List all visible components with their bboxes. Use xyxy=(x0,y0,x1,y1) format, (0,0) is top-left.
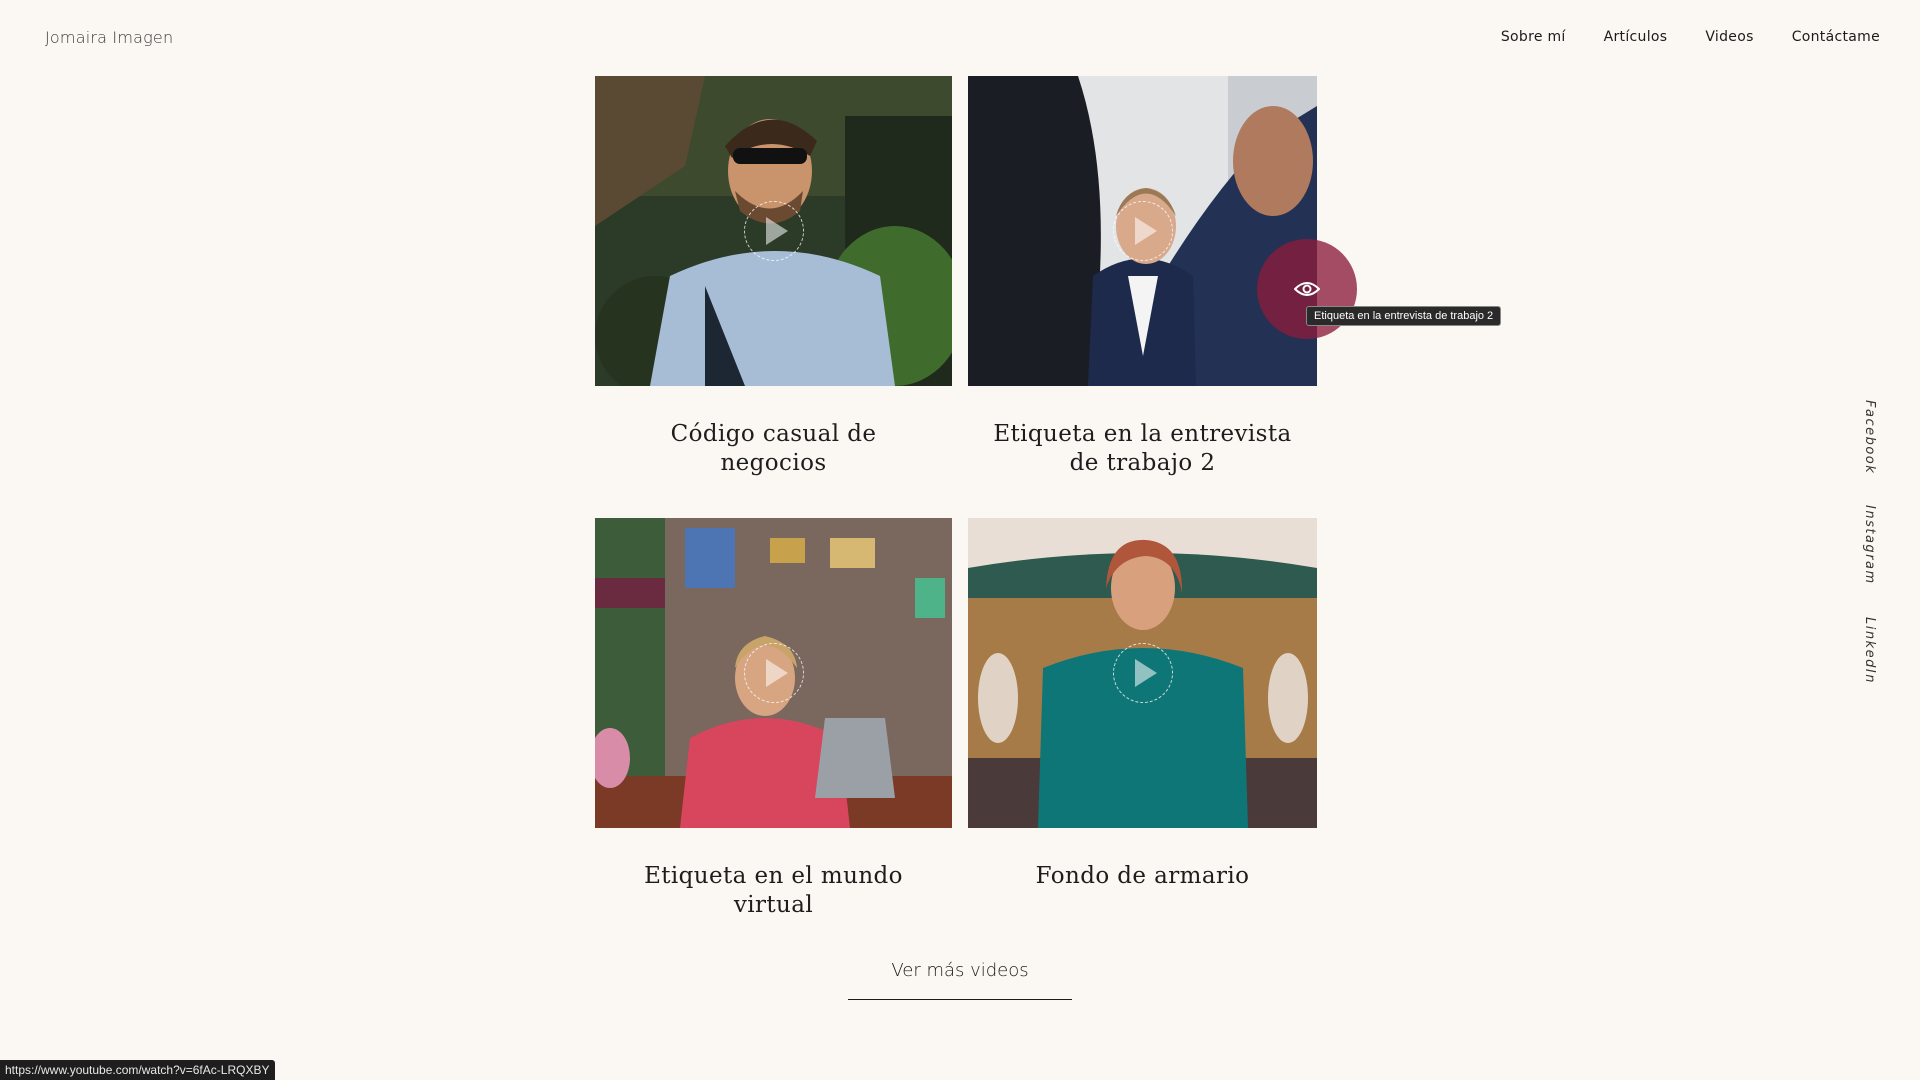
video-thumbnail[interactable] xyxy=(968,518,1317,828)
video-title[interactable]: Código casual de negocios xyxy=(624,420,924,518)
nav-contactame[interactable]: Contáctame xyxy=(1792,29,1880,45)
social-linkedin-link[interactable]: LinkedIn xyxy=(1862,617,1877,684)
video-grid: Código casual de negocios Etiqueta en la… xyxy=(595,76,1317,960)
hover-tooltip: Etiqueta en la entrevista de trabajo 2 xyxy=(1306,306,1502,326)
site-logo[interactable]: Jomaira Imagen xyxy=(45,28,173,47)
video-card[interactable]: Código casual de negocios xyxy=(595,76,952,518)
video-thumbnail[interactable] xyxy=(595,76,952,386)
more-videos-button[interactable]: Ver más videos xyxy=(848,960,1072,1000)
play-icon xyxy=(743,643,804,703)
play-icon xyxy=(1112,201,1173,261)
video-title[interactable]: Fondo de armario xyxy=(993,862,1293,960)
video-thumbnail[interactable] xyxy=(968,76,1317,386)
status-bar-url: https://www.youtube.com/watch?v=6fAc-LRQ… xyxy=(0,1060,276,1080)
nav-sobre-mi[interactable]: Sobre mí xyxy=(1501,29,1566,45)
video-card[interactable]: Fondo de armario xyxy=(968,518,1317,960)
play-icon xyxy=(1112,643,1173,703)
main-nav: Sobre mí Artículos Videos Contáctame xyxy=(1501,29,1880,45)
video-thumbnail[interactable] xyxy=(595,518,952,828)
video-card[interactable]: Etiqueta en el mundo virtual xyxy=(595,518,952,960)
play-icon xyxy=(743,201,804,261)
video-title[interactable]: Etiqueta en la entrevista de trabajo 2 xyxy=(993,420,1293,518)
social-facebook-link[interactable]: Facebook xyxy=(1862,400,1877,474)
eye-icon xyxy=(1294,282,1320,296)
video-title[interactable]: Etiqueta en el mundo virtual xyxy=(624,862,924,960)
nav-articulos[interactable]: Artículos xyxy=(1604,29,1668,45)
nav-videos[interactable]: Videos xyxy=(1705,29,1753,45)
social-instagram-link[interactable]: Instagram xyxy=(1862,505,1877,585)
